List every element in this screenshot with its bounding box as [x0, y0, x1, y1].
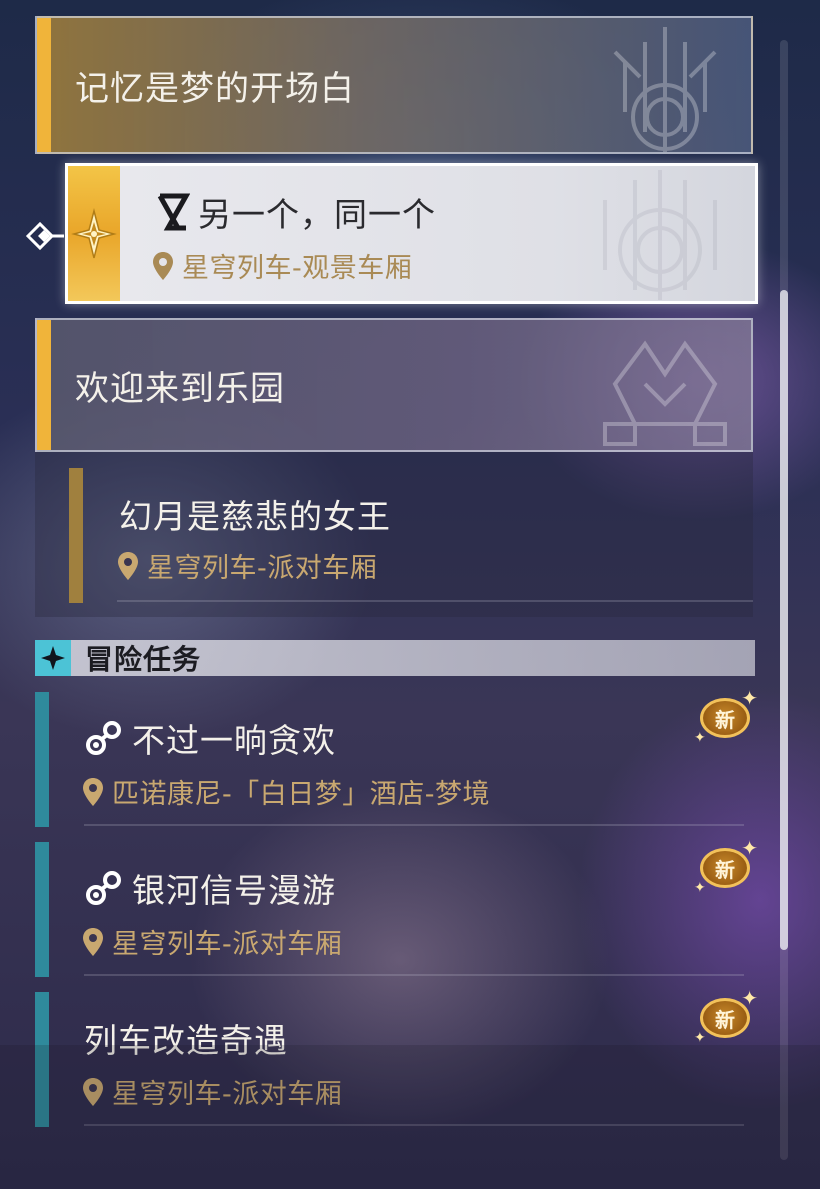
quest-item[interactable]: 幻月是慈悲的女王 星穹列车-派对车厢	[35, 452, 753, 617]
quest-title: 另一个，同一个	[198, 195, 436, 234]
section-label: 冒险任务	[85, 643, 202, 676]
map-pin-icon	[118, 551, 138, 580]
map-pin-icon	[83, 777, 103, 806]
compass-star-icon	[71, 208, 117, 259]
sparkle-icon: ✦	[694, 730, 706, 746]
quest-accent-bar	[35, 692, 49, 827]
chapter-header-2[interactable]: 欢迎来到乐园	[35, 318, 753, 452]
chapter-accent-bar	[37, 18, 51, 152]
map-pin-icon	[83, 927, 103, 956]
section-header-adventure: 冒险任务	[35, 640, 755, 676]
quest-accent-bar	[35, 842, 49, 977]
molecule-icon	[86, 721, 121, 755]
chapter-title: 欢迎来到乐园	[75, 368, 285, 409]
sparkle-icon: ✦	[694, 1030, 706, 1046]
chapter-emblem-icon	[613, 27, 717, 152]
section-icon-box	[35, 640, 71, 676]
chapter-accent-bar	[37, 320, 51, 450]
molecule-icon	[86, 871, 121, 905]
divider	[117, 600, 753, 602]
quest-accent-bar	[69, 468, 83, 603]
chapter-emblem-icon	[603, 340, 727, 446]
quest-location: 星穹列车-观景车厢	[182, 253, 413, 284]
chapter-title: 记忆是梦的开场白	[75, 68, 355, 109]
adventure-quest-item[interactable]: 银河信号漫游 星穹列车-派对车厢 新 ✦ ✦	[0, 836, 780, 982]
selected-quest-card[interactable]: 另一个，同一个 星穹列车-观景车厢	[65, 163, 758, 304]
selected-pointer-icon	[25, 221, 64, 251]
quest-location: 匹诺康尼-「白日梦」酒店-梦境	[112, 779, 490, 810]
card-emblem-icon	[603, 170, 717, 300]
quest-title: 不过一晌贪欢	[132, 721, 336, 760]
divider	[84, 824, 744, 826]
adventure-quest-item[interactable]: 不过一晌贪欢 匹诺康尼-「白日梦」酒店-梦境 新 ✦ ✦	[0, 686, 780, 832]
four-point-star-icon	[41, 646, 65, 670]
quest-location: 星穹列车-派对车厢	[147, 553, 378, 584]
divider	[84, 974, 744, 976]
scrollbar-thumb[interactable]	[780, 290, 788, 950]
new-badge: 新 ✦ ✦	[694, 686, 758, 746]
map-pin-icon	[153, 251, 173, 280]
quest-title: 幻月是慈悲的女王	[119, 497, 391, 536]
quest-type-strip	[68, 166, 120, 301]
sparkle-icon: ✦	[694, 880, 706, 896]
sparkle-icon: ✦	[741, 986, 758, 1010]
new-badge: 新 ✦ ✦	[694, 836, 758, 896]
chapter-header-1[interactable]: 记忆是梦的开场白	[35, 16, 753, 154]
sparkle-icon: ✦	[741, 686, 758, 710]
scroll-fade-overlay	[0, 1045, 820, 1189]
hourglass-icon	[157, 193, 190, 231]
sparkle-icon: ✦	[741, 836, 758, 860]
new-badge: 新 ✦ ✦	[694, 986, 758, 1046]
quest-title: 银河信号漫游	[132, 871, 336, 910]
quest-location: 星穹列车-派对车厢	[112, 929, 343, 960]
